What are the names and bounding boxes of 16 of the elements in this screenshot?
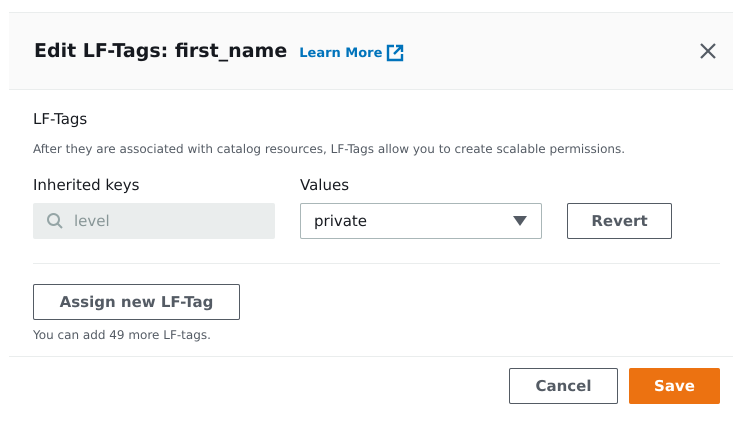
- cancel-button[interactable]: Cancel: [509, 368, 618, 404]
- values-dropdown[interactable]: private: [300, 203, 542, 239]
- caret-icon: [513, 216, 527, 226]
- field-label: Values: [300, 176, 350, 194]
- modal-title: Edit LF-Tags: first_name: [34, 40, 288, 62]
- assign-tag-button[interactable]: Assign new LF-Tag: [33, 284, 240, 320]
- section-heading: LF-Tags: [33, 110, 88, 128]
- close-icon: [699, 42, 717, 60]
- field-label: Inherited keys: [33, 176, 140, 194]
- field-value: level: [74, 212, 110, 230]
- revert-button[interactable]: Revert: [567, 203, 672, 239]
- learn-more-link[interactable]: Learn More: [299, 44, 404, 62]
- section-description: After they are associated with catalog resources, LF-Tags allow you to create scalable permissions.: [33, 142, 626, 156]
- external-link-icon: [386, 44, 404, 62]
- helper-text: You can add 49 more LF-tags.: [33, 328, 212, 342]
- search-icon: [46, 212, 64, 230]
